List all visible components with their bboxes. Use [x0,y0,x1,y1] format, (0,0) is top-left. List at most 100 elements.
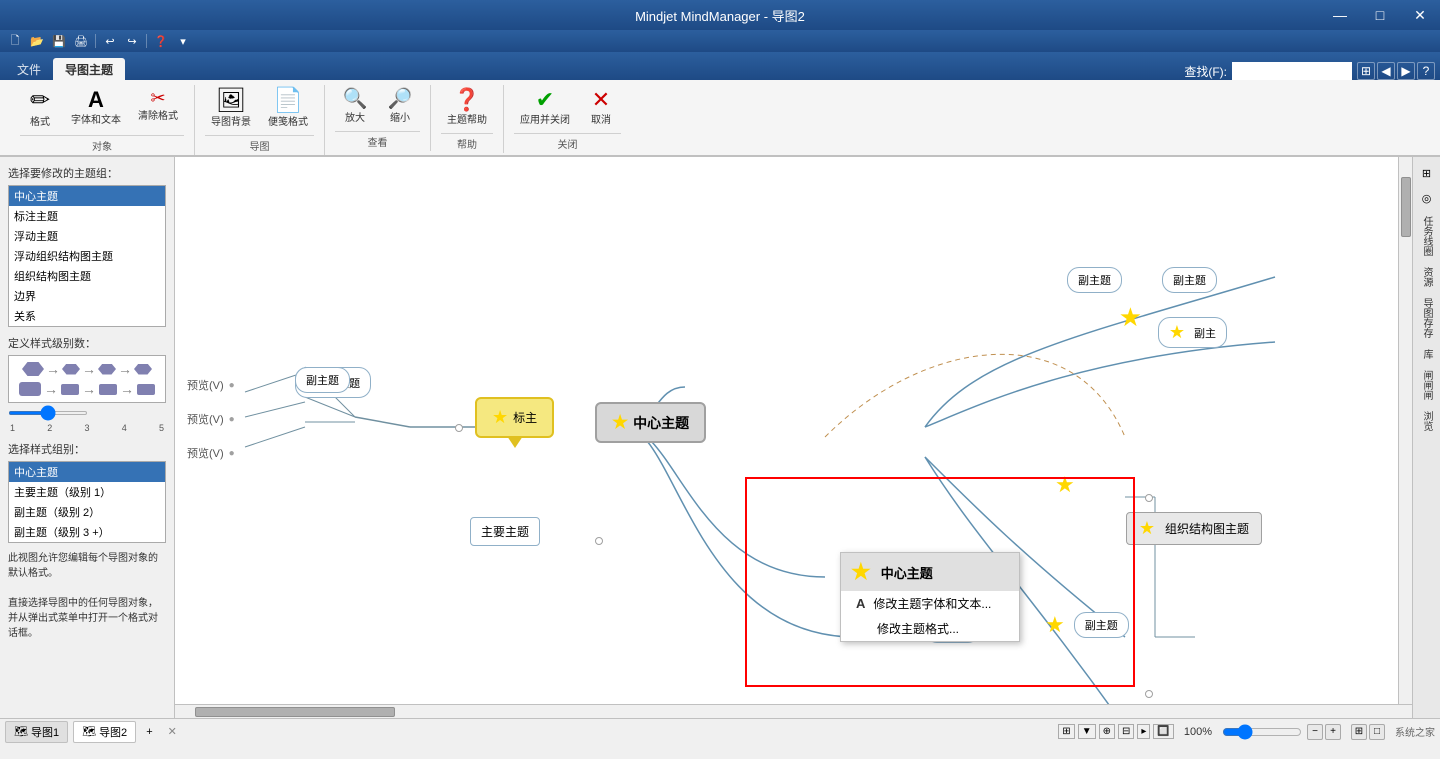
sample-level2[interactable]: 副主题（级别 2） [9,502,165,522]
list-item-center-theme[interactable]: 中心主题 [9,186,165,206]
center-node[interactable]: ★中心主题 [595,402,706,443]
vertical-scrollbar[interactable] [1398,157,1412,704]
ribbon-group-help: ❓ 主题帮助 帮助 [431,85,504,153]
sample-group-list[interactable]: 中心主题 主要主题（级别 1） 副主题（级别 2） 副主题（级别 3 +） [8,461,166,543]
nav-back-icon[interactable]: ◀ [1377,62,1395,80]
qa-open[interactable]: 📂 [27,32,47,50]
view-btn-1[interactable]: ⊞ [1351,724,1367,740]
right-label-save[interactable]: 导图存存 [1418,294,1435,342]
apply-close-button[interactable]: ✔ 应用并关闭 [514,85,576,130]
upper-right-node-2[interactable]: ★副主 [1158,317,1227,348]
menu-item-format[interactable]: 修改主题格式... [841,616,1019,641]
context-menu-header: ★ 中心主题 [841,553,1019,591]
lower-sub-label[interactable]: 副主题 [1074,612,1129,638]
style-level-label: 定义样式级别数： [8,335,166,351]
vertical-scroll-thumb[interactable] [1401,177,1411,237]
zoom-out-button[interactable]: 🔎 缩小 [380,85,420,128]
right-btn-1[interactable]: ⊞ [1416,162,1438,184]
list-item-float-org[interactable]: 浮动组织结构图主题 [9,246,165,266]
qa-help[interactable]: ❓ [151,32,171,50]
status-icon-5[interactable]: ▸ [1137,724,1150,739]
list-item-float[interactable]: 浮动主题 [9,226,165,246]
right-label-browse[interactable]: 浏览 [1418,407,1435,435]
view-btn-2[interactable]: □ [1369,724,1385,740]
zoom-in-icon: 🔍 [343,89,368,109]
tab-file[interactable]: 文件 [5,58,53,80]
map-bg-button[interactable]: 🖼 导图背景 [205,85,257,132]
list-item-annotation[interactable]: 标注主题 [9,206,165,226]
hex-row-1: → → → [22,361,152,377]
ribbon-group-map: 🖼 导图背景 📄 便笺格式 导图 [195,85,325,155]
clear-format-button[interactable]: ✂ 清除格式 [132,85,184,132]
sample-level1[interactable]: 主要主题（级别 1） [9,482,165,502]
preview-label-2: 预览(V) [187,411,224,427]
title-node[interactable]: ★标主 [475,397,554,438]
cancel-button[interactable]: ✕ 取消 [581,85,621,130]
level-4: 4 [122,423,127,433]
sub-node-left-3[interactable]: 副主题 [295,367,350,393]
tab-map-theme[interactable]: 导图主题 [53,58,125,80]
help-icon[interactable]: ? [1417,62,1435,80]
qa-print[interactable]: 🖨 [71,32,91,50]
star-org: ★ [1139,518,1155,539]
search-icons: ⊞ ◀ ▶ ? [1357,62,1435,80]
status-icon-4[interactable]: ⊟ [1118,724,1134,739]
list-item-border[interactable]: 边界 [9,286,165,306]
theme-help-button[interactable]: ❓ 主题帮助 [441,85,493,130]
org-node[interactable]: ★组织结构图主题 [1126,512,1262,545]
status-icon-2[interactable]: ▼ [1078,724,1096,739]
level-slider-container [8,411,166,415]
minimize-button[interactable]: — [1320,0,1360,30]
theme-group-list[interactable]: 中心主题 标注主题 浮动主题 浮动组织结构图主题 组织结构图主题 边界 关系 [8,185,166,327]
search-input[interactable] [1232,62,1352,80]
horizontal-scrollbar[interactable] [175,704,1412,718]
note-format-button[interactable]: 📄 便笺格式 [262,85,314,132]
right-label-lib[interactable]: 库 [1418,345,1435,363]
right-label-resource[interactable]: 资源 [1418,263,1435,291]
status-icon-1[interactable]: ⊞ [1058,724,1074,739]
status-icon-3[interactable]: ⊕ [1099,724,1115,739]
nav-forward-icon[interactable]: ▶ [1397,62,1415,80]
arrow-1: → [46,361,60,377]
note-label: 便笺格式 [268,113,308,128]
close-tab-btn[interactable]: ✕ [163,723,182,740]
context-menu-title: 中心主题 [881,563,933,582]
grid-view-icon[interactable]: ⊞ [1357,62,1375,80]
status-icon-6[interactable]: 🔲 [1153,724,1173,739]
qa-dropdown[interactable]: ▾ [173,32,193,50]
close-button[interactable]: ✕ [1400,0,1440,30]
slider-labels: 1 2 3 4 5 [8,423,166,433]
apply-icon: ✔ [536,89,554,111]
menu-item-font[interactable]: A 修改主题字体和文本... [841,591,1019,616]
list-item-relation[interactable]: 关系 [9,306,165,326]
new-tab-btn[interactable]: + [141,724,157,740]
level-slider[interactable] [8,411,88,415]
right-btn-2[interactable]: ◎ [1416,187,1438,209]
zoom-slider[interactable] [1222,724,1302,740]
zoom-in-button[interactable]: 🔍 放大 [335,85,375,128]
qa-redo[interactable]: ↪ [122,32,142,50]
font-label: 字体和文本 [71,111,121,126]
tab-map2[interactable]: 🗺 导图2 [73,721,136,743]
tab-map1[interactable]: 🗺 导图1 [5,721,68,743]
canvas-area[interactable]: 预览(V) ● 预览(V) ● 预览(V) ● 副主题 ★副主题 副主题 ★标主 [175,157,1412,718]
level-2: 2 [47,423,52,433]
zoom-increase[interactable]: + [1325,724,1341,740]
zoom-decrease[interactable]: − [1307,724,1323,740]
font-text-button[interactable]: A 字体和文本 [65,85,127,132]
right-label-task[interactable]: 任务线圈 [1418,212,1435,260]
star-icon-title: ★ [492,407,508,428]
qa-undo[interactable]: ↩ [100,32,120,50]
qa-save[interactable]: 💾 [49,32,69,50]
sample-level3[interactable]: 副主题（级别 3 +） [9,522,165,542]
right-label-gate[interactable]: 闸闸闸 [1418,366,1435,404]
upper-right-node-1[interactable]: 副主题 [1067,267,1122,293]
horizontal-scroll-thumb[interactable] [195,707,395,717]
sample-center[interactable]: 中心主题 [9,462,165,482]
main-topic-node[interactable]: 主要主题 [470,517,540,546]
lower-sub-star-node[interactable]: ★ 副主题 [1045,612,1129,638]
list-item-org[interactable]: 组织结构图主题 [9,266,165,286]
format-button[interactable]: ✏ 格式 [20,85,60,132]
maximize-button[interactable]: □ [1360,0,1400,30]
qa-new[interactable]: 🗋 [5,32,25,50]
